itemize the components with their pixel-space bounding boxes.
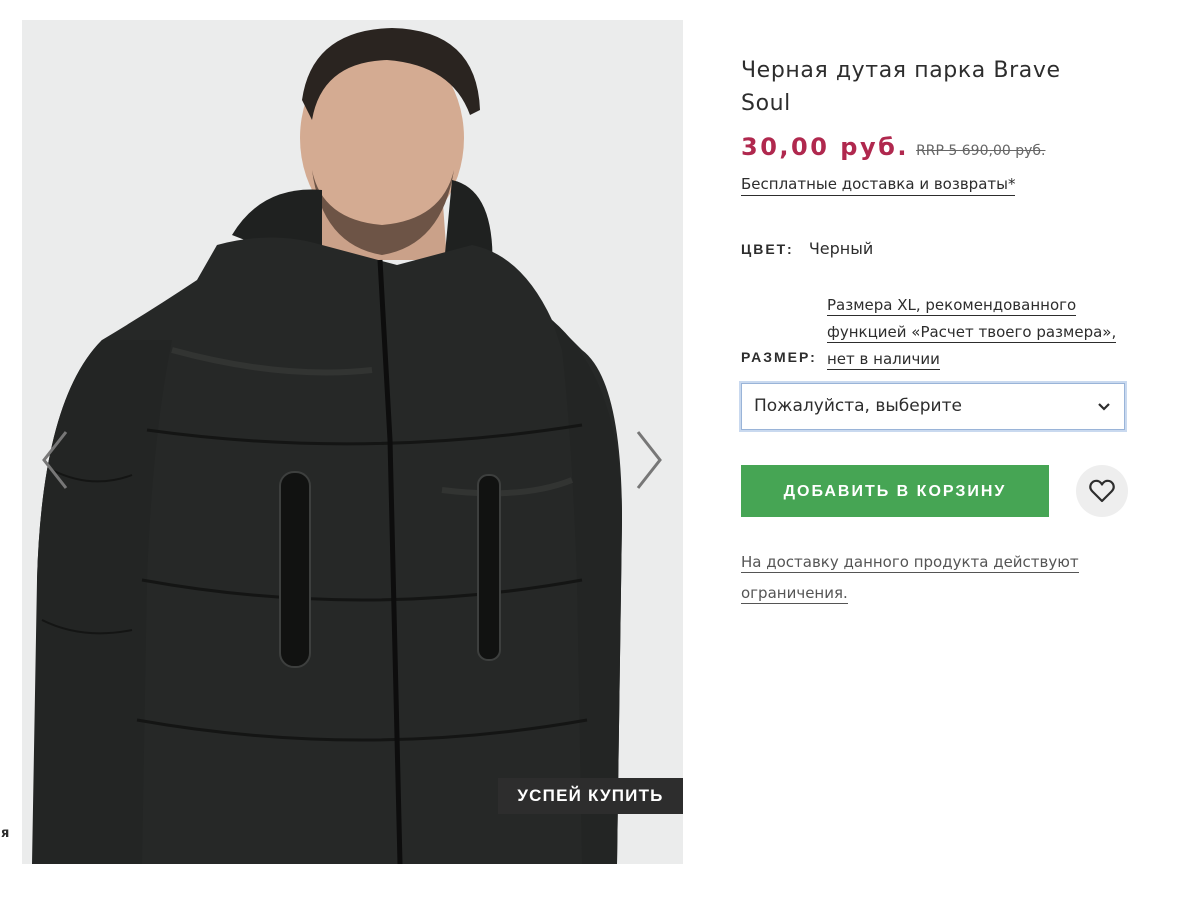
wishlist-button[interactable] (1076, 465, 1128, 517)
delivery-restriction-link[interactable]: На доставку данного продукта действуют о… (741, 547, 1101, 609)
restriction-line[interactable]: ограничения. (741, 583, 848, 604)
limited-badge: УСПЕЙ КУПИТЬ (498, 778, 683, 814)
color-value: Черный (808, 239, 874, 258)
product-photo (22, 20, 683, 864)
size-select[interactable]: Пожалуйста, выберите (741, 383, 1125, 430)
add-to-cart-button[interactable]: ДОБАВИТЬ В КОРЗИНУ (741, 465, 1049, 517)
color-label: ЦВЕТ: (741, 241, 794, 257)
current-price: 30,00 руб. (741, 133, 909, 161)
stray-char: я (1, 826, 10, 841)
size-availability-note[interactable]: Размера XL, рекомендованного функцией «Р… (827, 292, 1127, 373)
heart-icon (1089, 479, 1115, 503)
gallery-next-button[interactable] (628, 430, 668, 490)
rrp-price: RRP 5 690,00 руб. (916, 143, 1046, 159)
size-note-line[interactable]: нет в наличии (827, 349, 940, 370)
size-select-value: Пожалуйста, выберите (754, 396, 962, 416)
product-title: Черная дутая парка Brave Soul (741, 58, 1061, 116)
size-note-line[interactable]: Размера XL, рекомендованного (827, 295, 1077, 316)
gallery-prev-button[interactable] (36, 430, 76, 490)
size-note-line[interactable]: функцией «Расчет твоего размера», (827, 322, 1117, 343)
free-delivery-link[interactable]: Бесплатные доставка и возвраты* (741, 175, 1016, 196)
price-row: 30,00 руб. RRP 5 690,00 руб. (741, 133, 1045, 161)
restriction-line[interactable]: На доставку данного продукта действуют (741, 552, 1079, 573)
color-row: ЦВЕТ: Черный (741, 239, 873, 258)
size-label: РАЗМЕР: (741, 349, 817, 365)
chevron-down-icon (1098, 403, 1110, 411)
chevron-right-icon (636, 431, 662, 489)
product-gallery[interactable]: УСПЕЙ КУПИТЬ (22, 20, 683, 864)
chevron-left-icon (42, 431, 68, 489)
